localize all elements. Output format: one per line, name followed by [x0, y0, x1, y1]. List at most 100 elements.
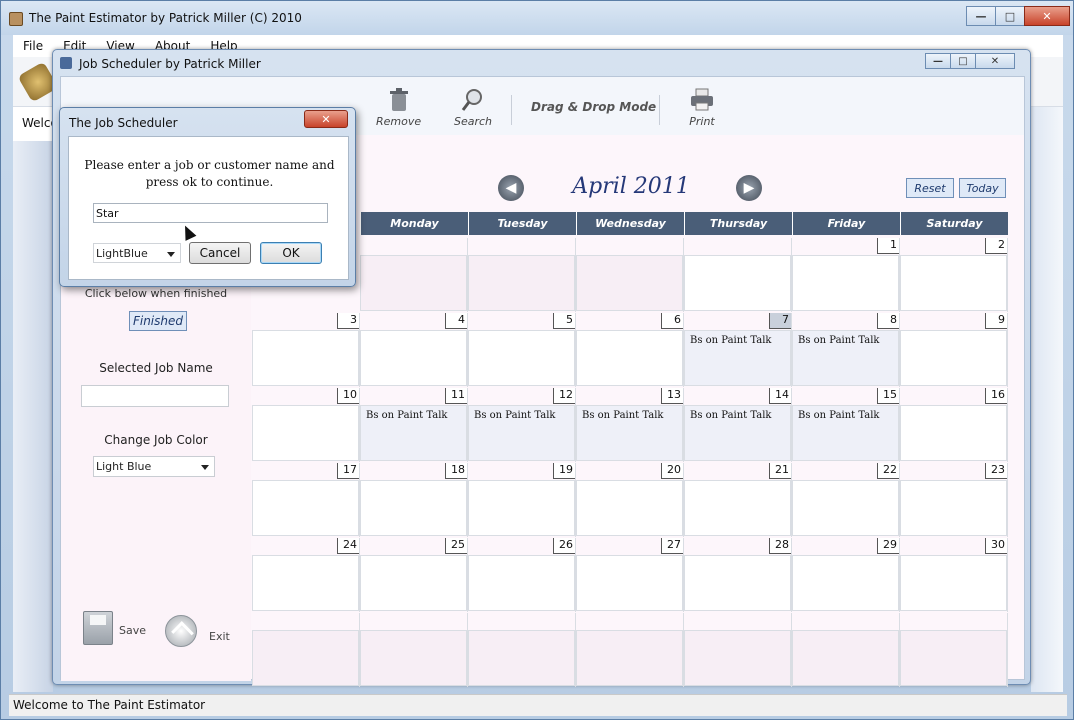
search-button[interactable]: Search	[454, 87, 492, 128]
job-color-select[interactable]: Light Blue	[93, 456, 215, 477]
calendar-day-cell[interactable]: 25	[360, 538, 468, 612]
remove-button[interactable]: Remove	[376, 87, 421, 128]
calendar-day-cell[interactable]: 9	[900, 313, 1008, 387]
minimize-button[interactable]: —	[966, 6, 996, 26]
calendar-day-cell[interactable]	[252, 613, 360, 687]
scheduler-close-button[interactable]: ✕	[975, 53, 1015, 69]
status-text: Welcome to The Paint Estimator	[13, 698, 206, 712]
day-number: 9	[985, 313, 1007, 329]
calendar-day-cell[interactable]: 12 Bs on Paint Talk	[468, 388, 576, 462]
calendar-day-cell[interactable]: 16	[900, 388, 1008, 462]
day-content	[576, 630, 683, 686]
calendar-day-cell[interactable]: 30	[900, 538, 1008, 612]
day-content	[360, 630, 467, 686]
cancel-button[interactable]: Cancel	[189, 242, 251, 264]
calendar-day-cell[interactable]: 13 Bs on Paint Talk	[576, 388, 684, 462]
prev-month-button[interactable]: ◀	[498, 175, 524, 201]
scheduler-title-bar: Job Scheduler by Patrick Miller — □ ✕	[53, 50, 1030, 76]
remove-label: Remove	[376, 115, 422, 128]
calendar-day-cell[interactable]	[576, 238, 684, 312]
finished-button[interactable]: Finished	[129, 311, 187, 331]
month-title: April 2011	[572, 174, 690, 199]
calendar-day-cell[interactable]: 22	[792, 463, 900, 537]
calendar-day-cell[interactable]: 11 Bs on Paint Talk	[360, 388, 468, 462]
day-number: 6	[661, 313, 683, 329]
calendar-day-cell[interactable]: 8 Bs on Paint Talk	[792, 313, 900, 387]
calendar-day-cell[interactable]	[468, 238, 576, 312]
calendar-day-cell[interactable]: 28	[684, 538, 792, 612]
calendar-day-cell[interactable]: 19	[468, 463, 576, 537]
calendar-day-cell[interactable]: 29	[792, 538, 900, 612]
day-number: 25	[445, 538, 467, 554]
main-title-bar: The Paint Estimator by Patrick Miller (C…	[1, 1, 1073, 35]
job-name-input[interactable]: Star	[93, 203, 328, 223]
day-number: 22	[877, 463, 899, 479]
day-number: 12	[553, 388, 575, 404]
calendar-day-cell[interactable]: 27	[576, 538, 684, 612]
maximize-button[interactable]: □	[995, 6, 1025, 26]
day-header: Thursday	[684, 212, 792, 235]
calendar-day-cell[interactable]: 20	[576, 463, 684, 537]
dialog-color-select[interactable]: LightBlue	[93, 243, 181, 263]
menu-file[interactable]: File	[13, 35, 53, 57]
calendar-day-cell[interactable]: 14 Bs on Paint Talk	[684, 388, 792, 462]
job-entry[interactable]: Bs on Paint Talk	[690, 410, 772, 421]
calendar-day-cell[interactable]: 3	[252, 313, 360, 387]
calendar-day-cell[interactable]: 18	[360, 463, 468, 537]
job-entry[interactable]: Bs on Paint Talk	[366, 410, 448, 421]
day-content	[900, 555, 1007, 611]
calendar-day-cell[interactable]	[684, 238, 792, 312]
next-month-button[interactable]: ▶	[736, 175, 762, 201]
day-content	[900, 480, 1007, 536]
print-button[interactable]: Print	[689, 87, 715, 128]
job-entry[interactable]: Bs on Paint Talk	[798, 335, 880, 346]
dialog-close-button[interactable]: ✕	[304, 110, 348, 128]
job-entry[interactable]: Bs on Paint Talk	[798, 410, 880, 421]
calendar-day-cell[interactable]: 6	[576, 313, 684, 387]
scheduler-minimize-button[interactable]: —	[925, 53, 951, 69]
calendar-day-cell[interactable]: 4	[360, 313, 468, 387]
drag-drop-mode-button[interactable]: Drag & Drop Mode	[531, 100, 656, 114]
today-button[interactable]: Today	[959, 178, 1006, 198]
calendar-day-cell[interactable]: 10	[252, 388, 360, 462]
exit-button[interactable]: Exit	[165, 615, 235, 655]
calendar-day-cell[interactable]	[360, 238, 468, 312]
job-scheduler-dialog: The Job Scheduler ✕ Please enter a job o…	[59, 107, 356, 287]
calendar-day-cell[interactable]: 1	[792, 238, 900, 312]
day-header: Wednesday	[576, 212, 684, 235]
calendar-day-cell[interactable]: 24	[252, 538, 360, 612]
calendar-day-cell[interactable]: 23	[900, 463, 1008, 537]
selected-job-input[interactable]	[81, 385, 229, 407]
calendar-day-cell[interactable]	[900, 613, 1008, 687]
calendar-day-cell[interactable]: 15 Bs on Paint Talk	[792, 388, 900, 462]
save-button[interactable]: Save	[83, 611, 153, 651]
calendar-day-cell[interactable]: 5	[468, 313, 576, 387]
main-window-title: The Paint Estimator by Patrick Miller (C…	[29, 11, 302, 25]
toolbar-separator	[511, 95, 512, 125]
day-number: 19	[553, 463, 575, 479]
calendar-day-cell[interactable]	[576, 613, 684, 687]
reset-button[interactable]: Reset	[906, 178, 954, 198]
calendar-day-cell[interactable]	[684, 613, 792, 687]
job-entry[interactable]: Bs on Paint Talk	[582, 410, 664, 421]
day-content: Bs on Paint Talk	[792, 405, 899, 461]
day-number: 1	[877, 238, 899, 254]
ok-button[interactable]: OK	[260, 242, 322, 264]
calendar-day-cell[interactable]: 21	[684, 463, 792, 537]
chevron-down-icon	[167, 252, 175, 257]
calendar-day-cell[interactable]: 2	[900, 238, 1008, 312]
scheduler-maximize-button[interactable]: □	[950, 53, 976, 69]
calendar-day-cell[interactable]: 7 Bs on Paint Talk	[684, 313, 792, 387]
day-content	[792, 480, 899, 536]
job-entry[interactable]: Bs on Paint Talk	[474, 410, 556, 421]
job-entry[interactable]: Bs on Paint Talk	[690, 335, 772, 346]
day-content	[900, 405, 1007, 461]
calendar-day-cell[interactable]: 17	[252, 463, 360, 537]
close-button[interactable]: ✕	[1024, 6, 1070, 26]
calendar-day-cell[interactable]	[792, 613, 900, 687]
calendar-day-cell[interactable]	[360, 613, 468, 687]
calendar-day-cell[interactable]	[468, 613, 576, 687]
printer-icon	[691, 88, 713, 111]
calendar-grid: Monday Tuesday Wednesday Thursday Friday Satu…	[252, 212, 1010, 696]
calendar-day-cell[interactable]: 26	[468, 538, 576, 612]
